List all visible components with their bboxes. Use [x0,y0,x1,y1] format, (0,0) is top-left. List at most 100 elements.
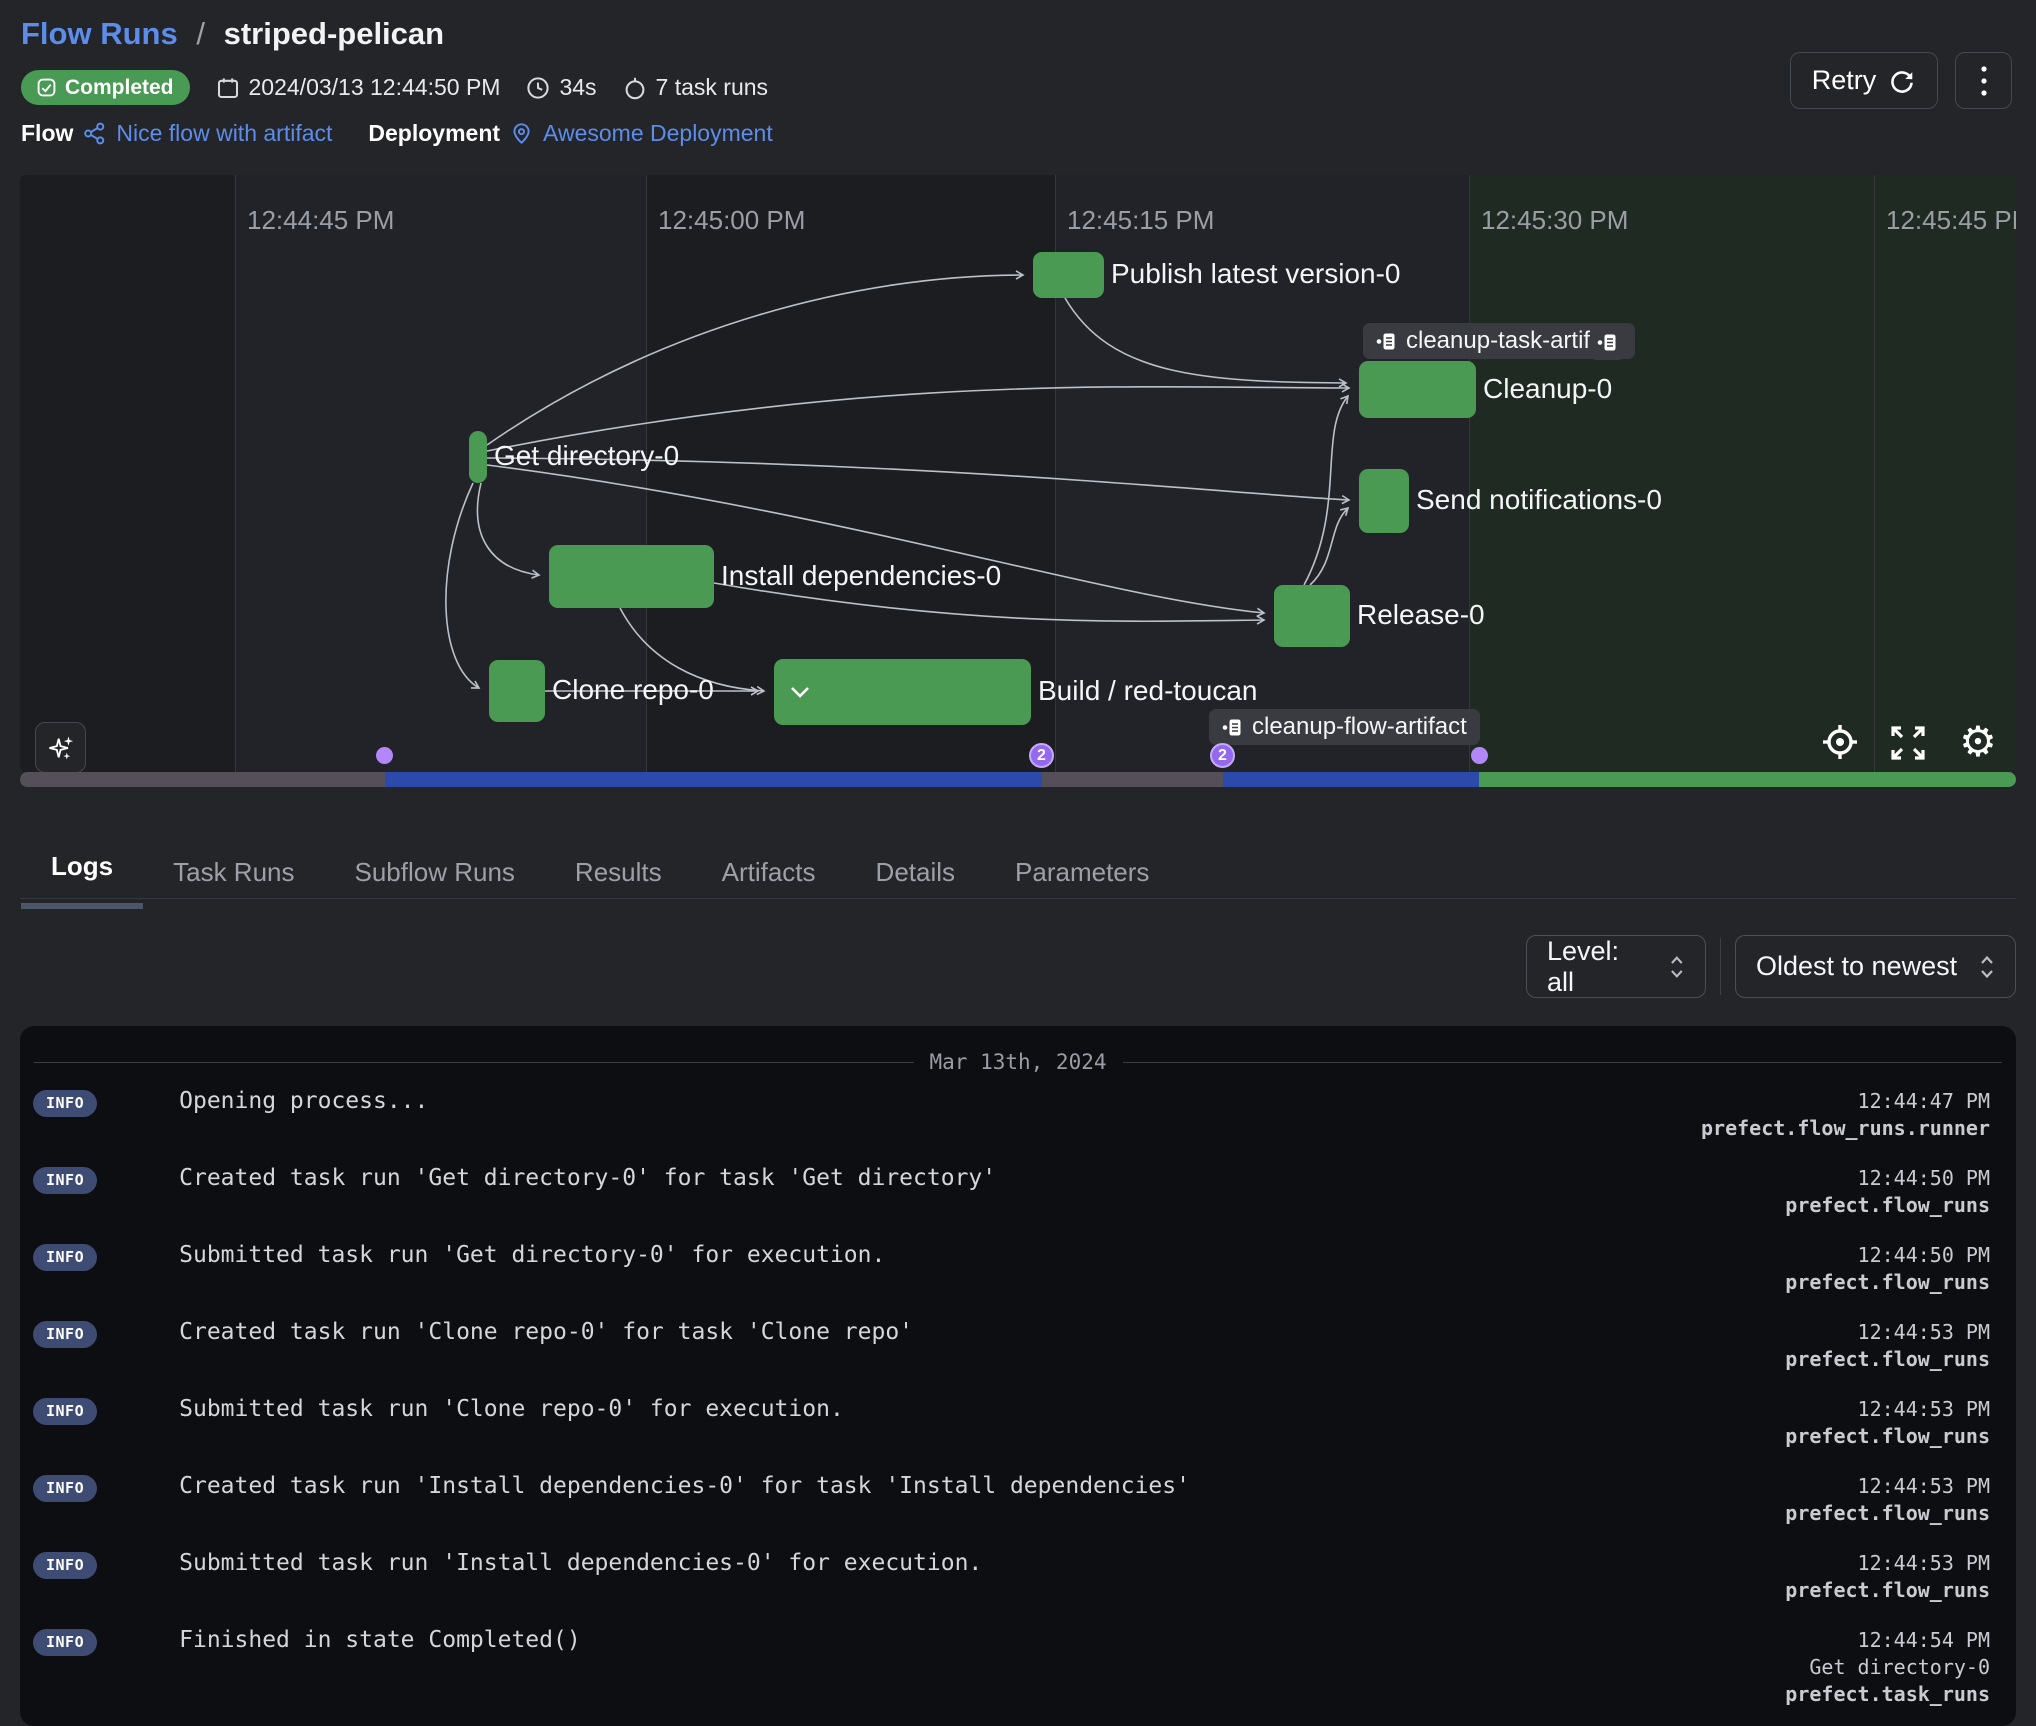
graph-settings-button[interactable]: ⚙ [1954,718,2002,766]
log-row: INFOCreated task run 'Install dependenci… [20,1463,2016,1540]
calendar-icon [216,76,240,100]
status-badge-label: Completed [65,76,174,100]
log-row: INFO Opening process... 12:44:47 PMprefect… [20,1078,2016,1155]
log-row: INFO Created task run 'Clone repo-0' for … [20,1309,2016,1386]
kebab-vertical-icon [1980,64,1988,98]
retry-button[interactable]: Retry [1790,52,1938,109]
clock-icon [526,76,550,100]
event-marker-count[interactable]: 2 [1029,743,1054,768]
logs-panel: Mar 13th, 2024 INFO Opening process... 12:… [20,1026,2016,1726]
task-node-build[interactable] [774,659,1031,725]
log-logger: prefect.flow_runs [1785,1192,1990,1219]
log-sort-select[interactable]: Oldest to newest [1735,935,2016,998]
tab-bar: LogsTask RunsSubflow RunsResultsArtifact… [21,845,1179,909]
log-sort-value: Oldest to newest [1756,951,1957,982]
event-marker-count[interactable]: 2 [1210,743,1235,768]
breadcrumb-flow-runs-link[interactable]: Flow Runs [21,16,178,51]
page-title: striped-pelican [224,16,445,51]
log-logger: prefect.flow_runs [1785,1346,1990,1373]
minimap-segment [1223,772,1479,787]
run-meta-row: Completed 2024/03/13 12:44:50 PM 34s 7 t… [21,70,768,105]
log-logger: prefect.flow_runs [1785,1423,1990,1450]
log-meta: 12:44:53 PMprefect.flow_runs [1785,1473,1990,1527]
log-time: 12:44:47 PM [1701,1088,1990,1115]
log-message: Created task run 'Clone repo-0' for task… [179,1319,913,1345]
log-date-text: Mar 13th, 2024 [930,1050,1107,1074]
breadcrumb: Flow Runs / striped-pelican [21,16,444,52]
log-level-value: Level: all [1547,936,1651,998]
fullscreen-button[interactable] [1886,721,1930,765]
task-run-count: 7 task runs [623,74,769,101]
log-time: 12:44:54 PM [1785,1627,1990,1654]
deployment-label: Deployment [368,120,500,147]
log-time: 12:44:53 PM [1785,1319,1990,1346]
task-node-send-notifications[interactable] [1359,469,1409,533]
log-time: 12:44:53 PM [1785,1550,1990,1577]
start-time-value: 2024/03/13 12:44:50 PM [249,74,501,101]
recenter-button[interactable] [1818,720,1862,764]
log-meta: 12:44:53 PMprefect.flow_runs [1785,1396,1990,1450]
task-node-publish[interactable] [1033,252,1104,298]
gear-icon: ⚙ [1959,721,1997,763]
log-level-badge: INFO [33,1321,97,1348]
log-meta: 12:44:53 PMprefect.flow_runs [1785,1550,1990,1604]
log-level-select[interactable]: Level: all [1526,935,1706,998]
log-meta: 12:44:47 PMprefect.flow_runs.runner [1701,1088,1990,1142]
task-artifact-badge-collapsed[interactable] [1590,324,1625,360]
ai-sparkles-button[interactable] [35,722,86,772]
more-actions-button[interactable] [1955,52,2012,109]
log-message: Submitted task run 'Install dependencies… [179,1550,982,1576]
task-node-cleanup[interactable] [1359,361,1476,418]
log-logger: prefect.flow_runs [1785,1577,1990,1604]
duration-value: 34s [559,74,596,101]
task-node-get-directory[interactable] [469,431,487,483]
flow-label: Flow [21,120,73,147]
target-icon [1820,722,1860,762]
log-message: Created task run 'Get directory-0' for t… [179,1165,996,1191]
log-logger: prefect.flow_runs.runner [1701,1115,1990,1142]
tab-details[interactable]: Details [846,851,985,909]
tab-artifacts[interactable]: Artifacts [692,851,846,909]
chevron-updown-icon [1979,954,1995,980]
artifact-badge-label: cleanup-flow-artifact [1252,713,1467,741]
log-logger: prefect.task_runs [1785,1681,1990,1708]
tab-logs[interactable]: Logs [21,845,143,909]
tab-subflow-runs[interactable]: Subflow Runs [325,851,545,909]
retry-button-label: Retry [1812,65,1877,96]
tab-results[interactable]: Results [545,851,692,909]
log-level-badge: INFO [33,1552,97,1579]
flow-run-graph[interactable]: 12:44:45 PM12:45:00 PM12:45:15 PM12:45:3… [20,175,2016,772]
log-level-badge: INFO [33,1244,97,1271]
flow-artifact-badge[interactable]: cleanup-flow-artifact [1209,709,1480,745]
log-row: INFOSubmitted task run 'Get directory-0'… [20,1232,2016,1309]
deployment-link[interactable]: Awesome Deployment [543,120,773,147]
log-level-badge: INFO [33,1090,97,1117]
timeline-minimap[interactable] [20,772,2016,787]
task-node-clone-repo[interactable] [489,660,545,722]
log-level-badge: INFO [33,1398,97,1425]
flow-nodes-icon [83,122,106,145]
log-message: Opening process... [179,1088,428,1114]
task-circle-icon [623,76,647,100]
check-square-icon [37,78,56,97]
flow-link[interactable]: Nice flow with artifact [116,120,332,147]
tab-parameters[interactable]: Parameters [985,851,1179,909]
log-level-badge: INFO [33,1167,97,1194]
map-pin-icon [510,122,533,145]
log-meta: 12:44:50 PMprefect.flow_runs [1785,1242,1990,1296]
task-run-count-value: 7 task runs [656,74,769,101]
event-marker-dot[interactable] [376,747,393,764]
task-node-release[interactable] [1274,585,1350,647]
tab-task-runs[interactable]: Task Runs [143,851,324,909]
log-row: INFOSubmitted task run 'Clone repo-0' fo… [20,1386,2016,1463]
retry-icon [1888,67,1916,95]
duration: 34s [526,74,596,101]
log-level-badge: INFO [33,1629,97,1656]
task-node-install-dependencies[interactable] [549,545,714,608]
artifact-icon [1222,717,1243,738]
event-marker-dot[interactable] [1471,747,1488,764]
filter-divider [1720,938,1721,995]
log-date-header: Mar 13th, 2024 [34,1050,2002,1074]
log-logger: prefect.flow_runs [1785,1269,1990,1296]
artifact-icon [1376,331,1397,352]
